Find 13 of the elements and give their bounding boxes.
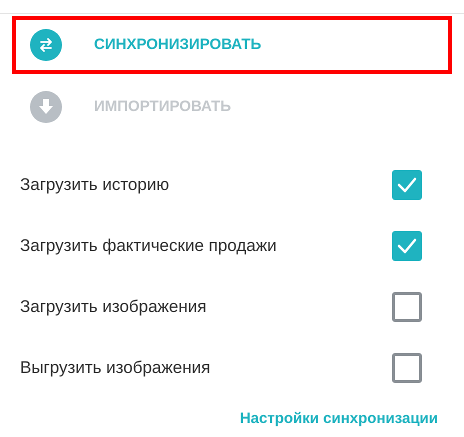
checkbox[interactable]: [392, 292, 422, 322]
settings-link[interactable]: Настройки синхронизации: [240, 408, 438, 430]
checkmark-icon: [397, 176, 417, 192]
option-label: Выгрузить изображения: [20, 356, 210, 379]
action-button[interactable]: СИНХРОНИЗИРОВАТЬ: [12, 16, 452, 74]
swap-arrows-icon: [30, 29, 62, 61]
option-label: Загрузить историю: [20, 174, 170, 196]
checkbox[interactable]: [392, 230, 422, 260]
option-label: Загрузить изображения: [20, 296, 206, 318]
checkmark-icon: [397, 238, 417, 254]
checkbox[interactable]: [392, 352, 422, 382]
checkbox[interactable]: [392, 170, 422, 200]
option-label: Загрузить фактические продажи: [20, 234, 277, 257]
